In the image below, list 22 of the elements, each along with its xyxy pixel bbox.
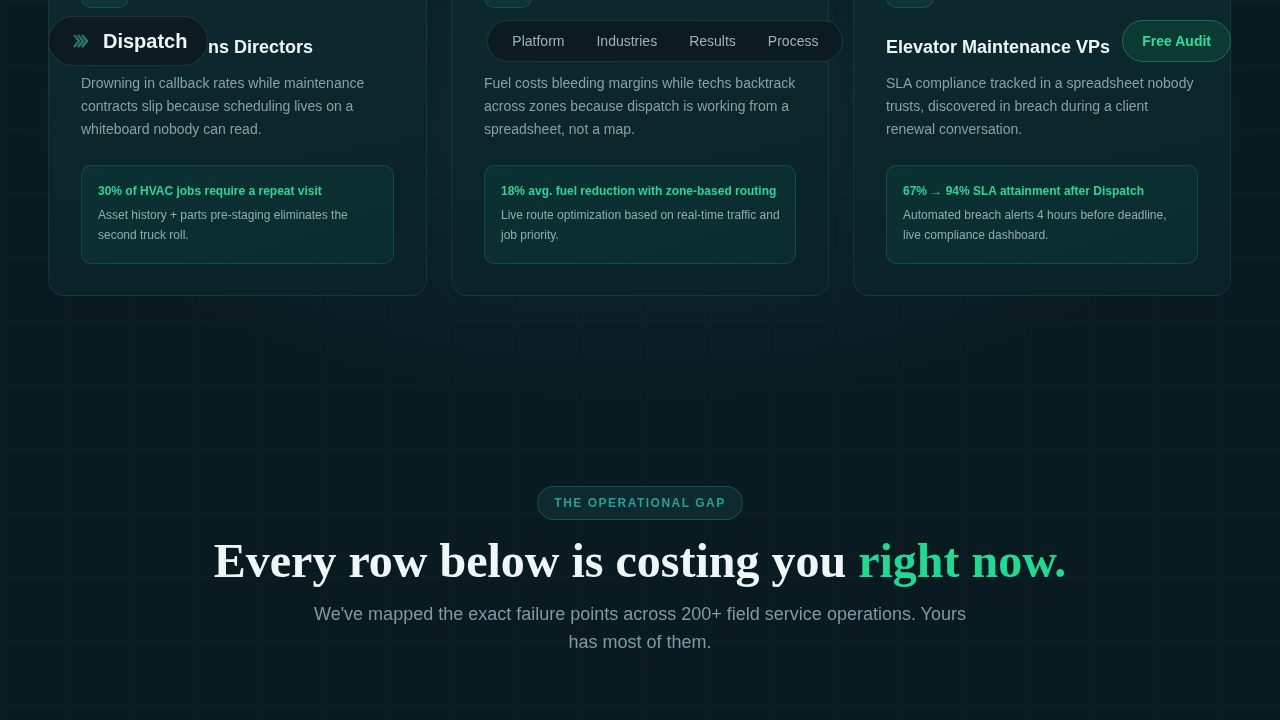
nav-link[interactable]: Industries <box>580 33 674 49</box>
section-eyebrow: THE OPERATIONAL GAP <box>537 486 743 520</box>
stat-headline: 30% of HVAC jobs require a repeat visit <box>98 183 323 199</box>
logo-pill[interactable]: Dispatch <box>48 16 209 66</box>
card-description: SLA compliance tracked in a spreadsheet nobody trusts, discovered in breach during a client renewal conversation. <box>886 74 1195 139</box>
free-audit-button[interactable]: Free Audit <box>1122 20 1231 62</box>
logo-text: Dispatch <box>103 29 188 53</box>
stat-headline: 18% avg. fuel reduction with zone-based routing <box>501 183 778 199</box>
card-description: Fuel costs bleeding margins while techs backtrack across zones because dispatch is working from a spreadsheet, not a map. <box>484 74 796 139</box>
card-title: ns Directors <box>208 36 314 59</box>
nav-link[interactable]: Process <box>751 33 835 49</box>
stat-detail: Asset history + parts pre-staging eliminates the second truck roll. <box>98 207 349 244</box>
stat-detail: Automated breach alerts 4 hours before deadline, live compliance dashboard. <box>903 207 1168 244</box>
nav-link[interactable]: Results <box>673 33 752 49</box>
card-title: Elevator Maintenance VPs <box>886 36 1111 59</box>
section-headline: Every row below is costing you right now. <box>213 533 1067 589</box>
stat-headline: 67% → 94% SLA attainment after Dispatch <box>903 183 1145 199</box>
chevrons-icon <box>73 33 89 49</box>
nav-link[interactable]: Platform <box>496 33 581 49</box>
section-subtitle: We've mapped the exact failure points across 200+ field service operations. Yours has most of them. <box>313 603 967 654</box>
stat-detail: Live route optimization based on real-time traffic and job priority. <box>501 207 780 244</box>
card-description: Drowning in callback rates while maintenance contracts slip because scheduling lives on a whiteboard nobody can read. <box>81 74 366 139</box>
